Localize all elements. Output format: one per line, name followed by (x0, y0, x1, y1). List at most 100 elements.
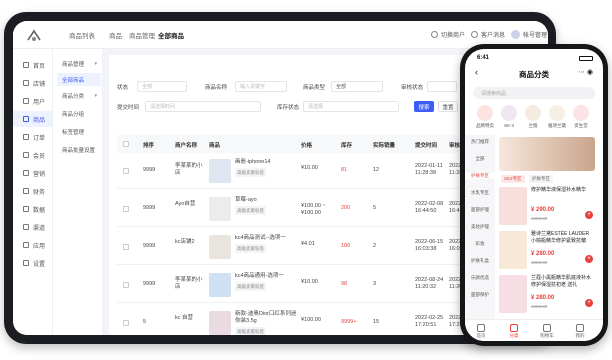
header-sold[interactable]: 实际销量 (373, 141, 395, 149)
header-submit-time[interactable]: 提交时间 (415, 141, 437, 149)
add-cart-icon[interactable]: + (585, 255, 593, 263)
header-sort[interactable]: 排序 (143, 141, 154, 149)
phone-category-item[interactable]: 面部保护 (465, 292, 495, 298)
phone-search-input[interactable]: 请搜索商品 (473, 87, 595, 99)
phone-tab[interactable]: 首页 (471, 324, 491, 339)
sold-input[interactable]: 请选择 (303, 101, 399, 112)
tab-icon (477, 324, 485, 332)
product-tag: 高级卖家标签 (235, 244, 266, 253)
row-sort: 9999 (143, 281, 156, 287)
row-price: ¥100.00 ~ ¥100.00 (301, 203, 326, 216)
more-icon[interactable]: ⋯ ◉ (578, 68, 593, 76)
row-product[interactable]: 草莓-ayo 高级卖家标签 (235, 197, 297, 215)
status-select[interactable]: 全部 (137, 81, 187, 92)
sidebar-item[interactable]: 财务 (13, 183, 53, 199)
tab-icon (543, 324, 551, 332)
phone-tab[interactable]: 我的 (570, 324, 590, 339)
phone-screen: 6:41 ‹ 商品分类 ⋯ ◉ 请搜索商品 品牌特卖 SK-II 兰蔻 雅诗兰黛 资生堂… (465, 49, 603, 341)
row-checkbox[interactable] (123, 206, 129, 212)
reset-button[interactable]: 重置 (438, 101, 458, 112)
row-checkbox[interactable] (123, 168, 129, 174)
phone-banner-tag[interactable]: SK2专区 (501, 175, 525, 183)
product-thumbnail (209, 273, 231, 297)
row-product[interactable]: 画册-iphone14 高级卖家标签 (235, 159, 297, 177)
phone-brand-item[interactable]: 兰蔻 (523, 105, 543, 129)
phone-device: 6:41 ‹ 商品分类 ⋯ ◉ 请搜索商品 品牌特卖 SK-II 兰蔻 雅诗兰黛 资生堂… (460, 44, 608, 346)
subnav-groups[interactable]: 商品分组 (57, 107, 101, 120)
subnav-tags[interactable]: 标签管理 (57, 125, 101, 138)
sidebar-item[interactable]: 首页 (13, 57, 53, 73)
audit-select[interactable] (427, 81, 457, 92)
bell-icon (471, 31, 478, 38)
phone-product-card[interactable]: 修护精华液保湿补水精华 ¥ 290.00 ¥290.00 + (499, 185, 595, 229)
brand-icon (573, 105, 589, 121)
row-sold: 12 (373, 167, 380, 173)
phone-category-item[interactable]: 彩妆 (465, 241, 495, 247)
phone-category-item[interactable]: 乐颜优选 (465, 275, 495, 281)
select-all-checkbox[interactable] (123, 141, 129, 147)
product-thumbnail (209, 235, 231, 259)
subnav-group-manage[interactable]: 商品管理 ▾ (57, 57, 101, 70)
phone-tab[interactable]: 分类 (504, 324, 524, 339)
phone-category-item[interactable]: 热门推荐 (465, 139, 495, 145)
product-thumbnail (209, 159, 231, 183)
row-product[interactable]: 新款-迪奥Dior口红系列迷你装3.5g 高级卖家标签 (235, 311, 297, 335)
subnav-all-products[interactable]: 全部商品 (57, 73, 101, 86)
phone-brand-item[interactable]: 资生堂 (571, 105, 591, 129)
header-stock[interactable]: 库存 (341, 141, 352, 149)
nav-products[interactable]: 商品 (109, 30, 122, 40)
row-checkbox[interactable] (123, 282, 129, 288)
sidebar-item[interactable]: 渠道 (13, 219, 53, 235)
row-product[interactable]: kc4商品通用-选项一 高级卖家标签 (235, 273, 297, 291)
row-product[interactable]: kc4商品测试--选项一 高级卖家标签 (235, 235, 297, 253)
subnav-category[interactable]: 商品分类 ▾ (57, 89, 101, 102)
phone-category-item[interactable]: 护肤专区 (465, 173, 495, 179)
messages-button[interactable]: 客户消息 (471, 30, 505, 39)
row-sort: 9999 (143, 243, 156, 249)
sidebar-item[interactable]: 营销 (13, 165, 53, 181)
phone-category-item[interactable]: 面部护理 (465, 207, 495, 213)
sidebar-item[interactable]: 订单 (13, 129, 53, 145)
search-button[interactable]: 搜索 (414, 101, 434, 112)
header-product: 商品 (209, 143, 221, 149)
switch-store-button[interactable]: 切换商户 (431, 30, 465, 39)
phone-product-card[interactable]: 雅诗兰黛ESTÉE LAUDER小棕瓶精华修护紧致抗皱 ¥ 280.00 ¥280.… (499, 229, 595, 273)
row-checkbox[interactable] (123, 244, 129, 250)
row-sold: 5 (373, 205, 377, 211)
phone-product-card[interactable]: 兰蔻小黑瓶精华肌底液补水修护保湿抗初老 送礼 ¥ 280.00 ¥280.00 + (499, 273, 595, 317)
battery-icon (579, 56, 593, 61)
time-input[interactable]: 请选择时间 (145, 101, 261, 112)
row-checkbox[interactable] (123, 320, 129, 326)
top-bar: 商品列表 商品 商品管理 全部商品 切换商户 客户消息 帐号管理 (13, 21, 548, 49)
phone-category-item[interactable]: 护肤礼盒 (465, 258, 495, 264)
add-cart-icon[interactable]: + (585, 211, 593, 219)
add-cart-icon[interactable]: + (585, 299, 593, 307)
sidebar-item[interactable]: 会员 (13, 147, 53, 163)
phone-category-item[interactable]: 美妆护理 (465, 224, 495, 230)
type-select[interactable]: 全部 (331, 81, 383, 92)
phone-category-item[interactable]: 水乳专区 (465, 190, 495, 196)
row-price: ¥10.00 (301, 165, 318, 171)
phone-brand-item[interactable]: 雅诗兰黛 (547, 105, 567, 129)
nav-all-products[interactable]: 全部商品 (158, 30, 184, 40)
sidebar-item[interactable]: 商品 (13, 111, 53, 127)
switch-icon (431, 31, 438, 38)
sidebar-item[interactable]: 店铺 (13, 75, 53, 91)
phone-banner[interactable] (499, 137, 595, 171)
phone-tab[interactable]: 购物车 (537, 324, 557, 339)
sidebar-item[interactable]: 用户 (13, 93, 53, 109)
phone-hot-tag[interactable]: 护肤专区 (529, 175, 553, 183)
phone-category-item[interactable]: 全部 (465, 156, 495, 162)
nav-product-manage[interactable]: 商品管理 (129, 30, 155, 40)
sidebar-item[interactable]: 数据 (13, 201, 53, 217)
sidebar-item[interactable]: 应用 (13, 237, 53, 253)
phone-brand-item[interactable]: 品牌特卖 (475, 105, 495, 129)
product-original-price: ¥280.00 (531, 260, 548, 265)
account-button[interactable]: 帐号管理 (511, 30, 547, 39)
sidebar-item[interactable]: 设置 (13, 255, 53, 271)
product-name-input[interactable]: 输入关键字 (235, 81, 287, 92)
phone-brand-item[interactable]: SK-II (499, 105, 519, 128)
subnav-batch[interactable]: 商品批量设置 (57, 143, 101, 156)
nav-products-list[interactable]: 商品列表 (69, 30, 95, 40)
header-price[interactable]: 价格 (301, 141, 312, 149)
